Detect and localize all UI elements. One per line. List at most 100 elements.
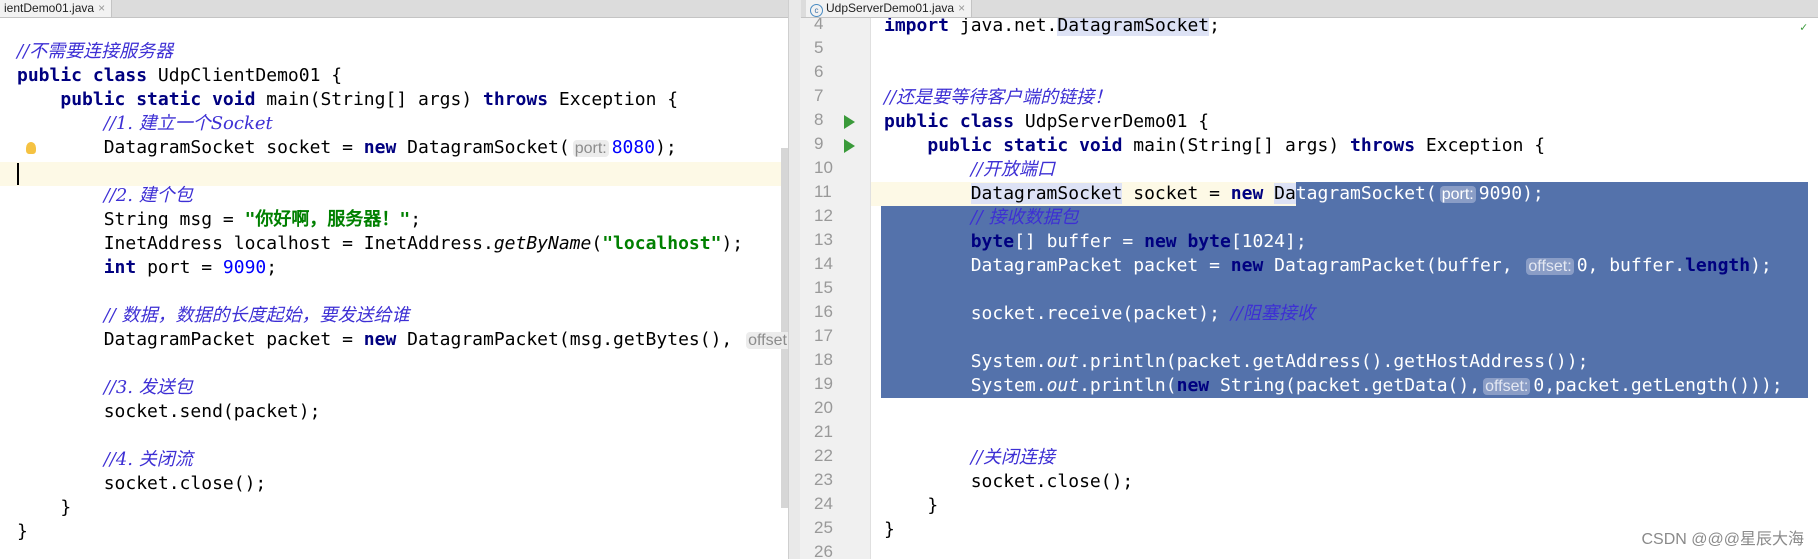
code-line: public static void main(String[] args) t… bbox=[884, 134, 1545, 158]
code-line: public class UdpServerDemo01 { bbox=[884, 110, 1209, 134]
code-token: public static void bbox=[927, 135, 1134, 156]
run-icon[interactable] bbox=[844, 115, 855, 129]
line-number: 11 bbox=[814, 182, 832, 201]
code-token: length bbox=[1685, 255, 1751, 276]
code-token: 9090); bbox=[1478, 183, 1544, 204]
line-number: 21 bbox=[814, 422, 833, 441]
code-token: DatagramPacket(msg.getBytes(), bbox=[407, 329, 744, 350]
line-number: 6 bbox=[814, 62, 824, 81]
code-line: import java.net.DatagramSocket; bbox=[884, 18, 1220, 38]
tab-label: ientDemo01.java bbox=[4, 1, 95, 15]
code-token: ); bbox=[655, 137, 677, 158]
code-line: public class UdpClientDemo01 { bbox=[17, 64, 342, 88]
line-number: 5 bbox=[814, 38, 824, 57]
code-line: byte[] buffer = new byte[1024]; bbox=[884, 230, 1307, 254]
line-number: 16 bbox=[814, 302, 833, 321]
code-token: Exception { bbox=[558, 89, 679, 110]
code-token: socket.receive(packet); bbox=[884, 303, 1231, 324]
close-icon[interactable]: × bbox=[958, 1, 965, 15]
code-line: //3. 发送包 bbox=[17, 376, 193, 400]
code-line: DatagramPacket packet = new DatagramPack… bbox=[17, 328, 788, 352]
code-token: [1024]; bbox=[1230, 231, 1307, 252]
code-token: "localhost" bbox=[602, 233, 722, 254]
server-editor[interactable]: ✓ 4 import java.net.DatagramSocket; 5 6 7//还… bbox=[800, 18, 1818, 559]
code-line: socket.close(); bbox=[17, 472, 267, 496]
parameter-hint: port: bbox=[1439, 186, 1476, 203]
code-token: //还是要等待客户端的链接！ bbox=[884, 87, 1113, 108]
line-number: 23 bbox=[814, 470, 833, 489]
code-line: //4. 关闭流 bbox=[17, 448, 193, 472]
run-icon[interactable] bbox=[844, 139, 855, 153]
code-line: int port = 9090; bbox=[17, 256, 277, 280]
code-token: ; bbox=[410, 209, 422, 230]
code-token: ); bbox=[721, 233, 744, 254]
code-token: 0,packet.getLength())); bbox=[1533, 375, 1783, 396]
line-number: 25 bbox=[814, 518, 833, 537]
line-number: 24 bbox=[814, 494, 833, 513]
watermark: CSDN @@@星辰大海 bbox=[1641, 531, 1804, 548]
code-token: System. bbox=[884, 375, 1047, 396]
line-number: 8 bbox=[814, 110, 824, 129]
code-token: main(String[] args) bbox=[1133, 135, 1351, 156]
code-token: //不需要连接服务器 bbox=[17, 41, 174, 62]
close-icon[interactable]: × bbox=[98, 1, 105, 15]
code-token: //开放端口 bbox=[970, 159, 1055, 180]
code-token: ( bbox=[591, 233, 603, 254]
code-token: UdpServerDemo01 { bbox=[1024, 111, 1210, 132]
parameter-hint: offset: bbox=[746, 332, 788, 349]
code-token: } bbox=[17, 521, 28, 542]
tab-udp-server-demo[interactable]: c UdpServerDemo01.java × bbox=[806, 0, 973, 17]
java-class-icon: c bbox=[810, 4, 823, 17]
line-number: 14 bbox=[814, 254, 833, 273]
line-number: 26 bbox=[814, 542, 833, 559]
code-line: } bbox=[884, 518, 895, 542]
line-number: 10 bbox=[814, 158, 833, 177]
code-token: DatagramPacket(buffer, bbox=[1274, 255, 1524, 276]
code-line: DatagramPacket packet = new DatagramPack… bbox=[884, 254, 1772, 278]
code-token: throws bbox=[1350, 135, 1426, 156]
checkmark-icon: ✓ bbox=[1800, 20, 1808, 34]
tab-udp-client-demo[interactable]: ientDemo01.java × bbox=[0, 0, 113, 17]
code-token: Da bbox=[1274, 183, 1296, 204]
code-line: //开放端口 bbox=[884, 158, 1055, 182]
code-token: Exception { bbox=[1425, 135, 1546, 156]
client-editor[interactable]: //不需要连接服务器 public class UdpClientDemo01 {… bbox=[0, 18, 788, 559]
code-token: new bbox=[1230, 183, 1275, 204]
line-number: 15 bbox=[814, 278, 833, 297]
code-line: //2. 建个包 bbox=[17, 184, 193, 208]
code-token: .println( bbox=[1079, 375, 1177, 396]
code-token: ); bbox=[1750, 255, 1772, 276]
code-token: new bbox=[1176, 375, 1220, 396]
line-number: 4 bbox=[814, 18, 824, 33]
code-token: DatagramSocket socket = bbox=[17, 137, 364, 158]
tab-label: UdpServerDemo01.java bbox=[826, 1, 955, 15]
code-line: //关闭连接 bbox=[884, 446, 1055, 470]
code-token: } bbox=[884, 519, 895, 540]
line-number: 19 bbox=[814, 374, 833, 393]
code-token: port = bbox=[147, 257, 223, 278]
code-line: System.out.println(new String(packet.get… bbox=[884, 374, 1783, 398]
code-token: 0, buffer. bbox=[1576, 255, 1686, 276]
code-token: ; bbox=[266, 257, 278, 278]
code-token: UdpClientDemo01 { bbox=[157, 65, 343, 86]
code-token: getByName bbox=[493, 233, 592, 254]
code-token: // 数据，数据的长度起始，要发送给谁 bbox=[103, 305, 410, 326]
line-number: 20 bbox=[814, 398, 833, 417]
code-token: ; bbox=[1209, 18, 1220, 36]
code-token: DatagramSocket bbox=[970, 183, 1123, 204]
code-token: [] buffer = bbox=[1014, 231, 1145, 252]
code-token: socket = bbox=[1122, 183, 1231, 204]
code-token: public class bbox=[17, 65, 158, 86]
code-token: String(packet.getData(), bbox=[1219, 375, 1481, 396]
code-line: //还是要等待客户端的链接！ bbox=[884, 86, 1112, 110]
code-token: socket.close(); bbox=[884, 471, 1134, 492]
line-number: 9 bbox=[814, 134, 824, 153]
